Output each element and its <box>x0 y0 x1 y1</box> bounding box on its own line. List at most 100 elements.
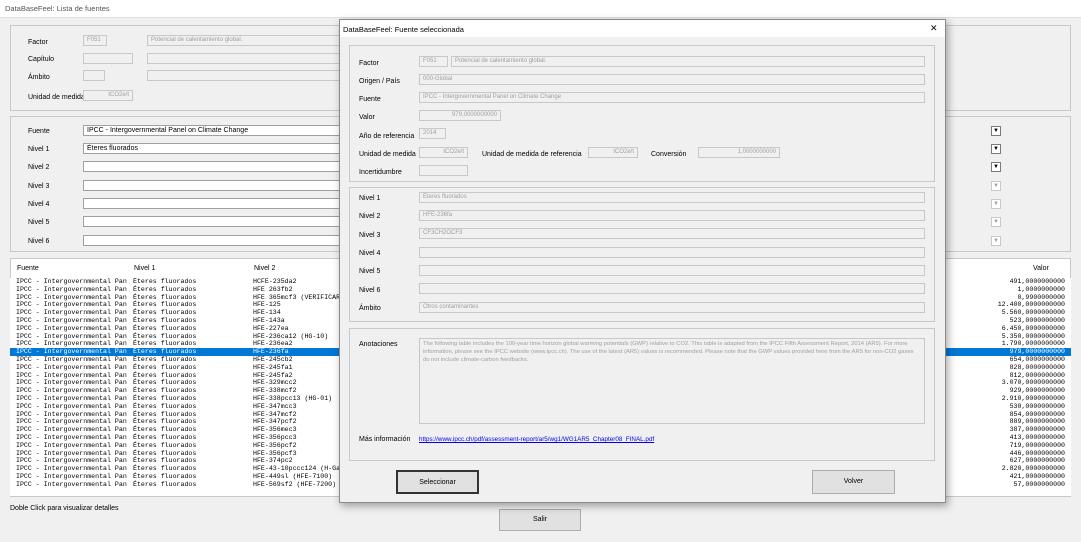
cell-valor: 421,0000000000 <box>1009 472 1065 480</box>
dlg-factor-description-field: Potencial de calentamiento global. <box>451 56 925 67</box>
column-header-fuente[interactable]: Fuente <box>17 265 39 272</box>
volver-button[interactable]: Volver <box>812 470 895 494</box>
cell-nivel1: Éteres fluorados <box>133 387 197 395</box>
chevron-down-icon[interactable]: ▼ <box>991 144 1001 154</box>
unidad-label: Unidad de medida <box>28 94 85 101</box>
dlg-fuente-label: Fuente <box>359 96 381 103</box>
cell-valor: 523,0000000000 <box>1009 316 1065 324</box>
chevron-down-icon[interactable]: ▼ <box>991 199 1001 209</box>
seleccionar-button[interactable]: Seleccionar <box>396 470 479 494</box>
salir-button[interactable]: Salir <box>499 509 581 531</box>
dlg-factor-code-field: F051 <box>419 56 448 67</box>
cell-nivel2: HFE-134 <box>253 309 281 317</box>
cell-nivel1: Éteres fluorados <box>133 472 197 480</box>
cell-valor: 889,0000000000 <box>1009 418 1065 426</box>
cell-fuente: IPCC - Intergovernmental Pan <box>16 355 127 363</box>
dlg-nivel5-label: Nivel 5 <box>359 268 381 275</box>
cell-fuente: IPCC - Intergovernmental Pan <box>16 472 127 480</box>
cell-nivel2: HFE-338mcf2 <box>253 387 297 395</box>
dlg-unidad-ref-field: tCO2e/t <box>588 147 638 158</box>
cell-valor: 854,0000000000 <box>1009 410 1065 418</box>
footer-hint: Doble Click para visualizar detalles <box>10 505 119 512</box>
cell-nivel2: HFE-143a <box>253 316 285 324</box>
cell-fuente: IPCC - Intergovernmental Pan <box>16 316 127 324</box>
cell-nivel2: HFE-43-10pccc124 (H-Ga <box>253 465 341 473</box>
filter-nivel2-select[interactable] <box>83 161 343 172</box>
column-header-nivel2[interactable]: Nivel 2 <box>254 265 275 272</box>
cell-nivel2: HFE-227ea <box>253 324 289 332</box>
cell-nivel1: Éteres fluorados <box>133 348 197 356</box>
ambito-label: Ámbito <box>28 74 50 81</box>
dlg-valor-field: 979,0000000000 <box>419 110 501 121</box>
factor-code-field: F051 <box>83 35 107 46</box>
cell-nivel1: Éteres fluorados <box>133 394 197 402</box>
filter-nivel5-select[interactable] <box>83 216 343 227</box>
filter-nivel3-select[interactable] <box>83 180 343 191</box>
dlg-anio-field: 2014 <box>419 128 446 139</box>
filter-nivel4-label: Nivel 4 <box>28 201 50 208</box>
cell-valor: 387,0000000000 <box>1009 426 1065 434</box>
filter-fuente-select[interactable]: IPCC - Intergovernmental Panel on Climat… <box>83 125 343 136</box>
cell-valor: 413,0000000000 <box>1009 433 1065 441</box>
cell-nivel1: Éteres fluorados <box>133 457 197 465</box>
cell-fuente: IPCC - Intergovernmental Pan <box>16 480 127 488</box>
dlg-nivel6-label: Nivel 6 <box>359 287 381 294</box>
dlg-nivel2-field: HFE-236fa <box>419 210 925 221</box>
dlg-nivel6-field <box>419 283 925 294</box>
capitulo-code-field <box>83 53 133 64</box>
factor-label: Factor <box>28 39 48 46</box>
dlg-fuente-field: IPCC - Intergovernmental Panel on Climat… <box>419 92 925 103</box>
cell-nivel1: Éteres fluorados <box>133 379 197 387</box>
cell-nivel1: Éteres fluorados <box>133 433 197 441</box>
unidad-field: tCO2e/t <box>83 90 133 101</box>
filter-nivel4-select[interactable] <box>83 198 343 209</box>
dlg-anotaciones-textarea[interactable]: The following table includes the 100-yea… <box>419 338 925 424</box>
dlg-nivel4-label: Nivel 4 <box>359 250 381 257</box>
cell-fuente: IPCC - Intergovernmental Pan <box>16 293 127 301</box>
cell-fuente: IPCC - Intergovernmental Pan <box>16 278 127 285</box>
cell-nivel1: Éteres fluorados <box>133 309 197 317</box>
dlg-anio-label: Año de referencia <box>359 133 415 140</box>
dlg-origen-label: Origen / País <box>359 78 400 85</box>
cell-fuente: IPCC - Intergovernmental Pan <box>16 457 127 465</box>
cell-nivel1: Éteres fluorados <box>133 316 197 324</box>
column-header-valor[interactable]: Valor <box>1033 265 1049 272</box>
filter-nivel6-select[interactable] <box>83 235 343 246</box>
cell-valor: 627,0000000000 <box>1009 457 1065 465</box>
cell-valor: 1,0000000000 <box>1017 285 1065 293</box>
dlg-nivel4-field <box>419 247 925 258</box>
cell-nivel2: HFE-125 <box>253 301 281 309</box>
cell-valor: 2.910,0000000000 <box>1001 394 1065 402</box>
cell-nivel2: HFE-449sl (HFE-7100) <box>253 472 333 480</box>
chevron-down-icon[interactable]: ▼ <box>991 217 1001 227</box>
cell-fuente: IPCC - Intergovernmental Pan <box>16 348 127 356</box>
cell-valor: 57,0000000000 <box>1013 480 1065 488</box>
cell-fuente: IPCC - Intergovernmental Pan <box>16 324 127 332</box>
cell-valor: 929,0000000000 <box>1009 387 1065 395</box>
cell-nivel2: HFE-245fa1 <box>253 363 293 371</box>
dlg-mas-info-link[interactable]: https://www.ipcc.ch/pdf/assessment-repor… <box>419 436 654 443</box>
cell-valor: 6.450,0000000000 <box>1001 324 1065 332</box>
cell-nivel1: Éteres fluorados <box>133 418 197 426</box>
cell-nivel1: Éteres fluorados <box>133 441 197 449</box>
chevron-down-icon[interactable]: ▼ <box>991 126 1001 136</box>
cell-fuente: IPCC - Intergovernmental Pan <box>16 410 127 418</box>
dlg-unidad-ref-label: Unidad de medida de referencia <box>482 151 582 158</box>
cell-nivel1: Éteres fluorados <box>133 278 197 285</box>
dialog-title: DataBaseFeel: Fuente seleccionada <box>343 25 464 34</box>
cell-valor: 979,0000000000 <box>1009 348 1065 356</box>
chevron-down-icon[interactable]: ▼ <box>991 162 1001 172</box>
cell-valor: 654,0000000000 <box>1009 355 1065 363</box>
cell-valor: 446,0000000000 <box>1009 449 1065 457</box>
cell-fuente: IPCC - Intergovernmental Pan <box>16 433 127 441</box>
cell-nivel1: Éteres fluorados <box>133 355 197 363</box>
chevron-down-icon[interactable]: ▼ <box>991 181 1001 191</box>
dlg-anotaciones-label: Anotaciones <box>359 341 398 348</box>
dlg-nivel1-label: Nivel 1 <box>359 195 381 202</box>
chevron-down-icon[interactable]: ▼ <box>991 236 1001 246</box>
close-icon[interactable]: ✕ <box>930 23 938 34</box>
column-header-nivel1[interactable]: Nivel 1 <box>134 265 155 272</box>
dlg-nivel1-field: Éteres fluorados <box>419 192 925 203</box>
cell-nivel2: HFE-356pcc3 <box>253 433 297 441</box>
filter-nivel1-select[interactable]: Éteres fluorados <box>83 143 343 154</box>
